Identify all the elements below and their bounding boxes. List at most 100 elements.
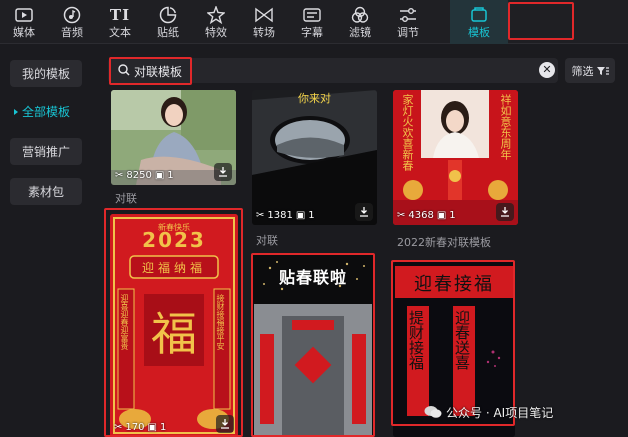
overlay-caption: 你来对 [298,92,331,105]
tab-sticker[interactable]: 贴纸 [144,0,192,44]
tab-template[interactable]: 模板 [450,0,508,44]
media-icon [15,6,33,24]
poster-banner: 迎福纳福 [141,261,206,275]
adjust-icon [399,6,417,24]
download-icon [221,419,229,429]
tab-text-label: 文本 [109,25,131,39]
template-icon [470,6,488,24]
transition-icon [255,6,273,24]
search-bar[interactable]: 对联模板 [108,58,558,83]
use-count: 4368 [408,210,434,221]
sidebar-item-label: 我的模板 [21,67,70,81]
use-count: 8250 [126,170,152,181]
scissors-icon: ✂ [115,170,124,181]
tab-filter[interactable]: 滤镜 [336,0,384,44]
sidebar-item-label: 素材包 [27,185,64,199]
filter-icon [351,6,369,24]
download-button[interactable] [496,203,514,221]
tab-text[interactable]: TI 文本 [96,0,144,44]
clip-count: 1 [167,170,174,181]
use-count: 1381 [267,210,293,221]
sidebar-item-all-templates[interactable]: 全部模板 [10,98,82,125]
template-card[interactable]: 新春快乐 2023 迎福纳福 福 迎喜迎春迎富贵 接财接福接平安 ✂ 170 ▣ 1 [110,214,238,437]
sidebar-item-label: 营销推广 [21,145,70,159]
clip-count: 1 [308,210,315,221]
clip-count: 1 [159,422,167,433]
category-sidebar: 我的模板 全部模板 营销推广 素材包 [0,45,96,437]
scissors-icon: ✂ [256,210,265,221]
clear-search-button[interactable]: ✕ [539,62,555,78]
tab-subtitle-label: 字幕 [301,25,323,39]
clip-icon: ▣ [295,210,306,221]
download-icon [501,207,509,217]
tab-template-label: 模板 [468,25,490,39]
poster-year: 2023 [142,228,206,252]
download-icon [360,207,368,217]
filter-button[interactable]: 筛选 [565,58,615,83]
watermark: 公众号 · AI项目笔记 [424,403,553,421]
effects-icon [207,5,225,24]
left-couplet: 家灯火欢喜新春 [401,94,414,171]
tab-adjust[interactable]: 调节 [384,0,432,44]
scissors-icon: ✂ [114,422,123,433]
download-button[interactable] [355,203,373,221]
watermark-text: 公众号 · AI项目笔记 [446,405,554,420]
template-card[interactable]: 贴春联啦 [252,254,374,437]
sidebar-item-asset-pack[interactable]: 素材包 [10,178,82,205]
card-caption: 对联 [115,192,137,205]
template-card[interactable]: 家灯火欢喜新春 祥如意东周年 ✂ 4368 ▣ 1 [393,90,518,225]
clip-icon: ▣ [436,210,447,221]
card-stats: ✂ 4368 ▣ 1 [397,210,456,221]
sidebar-item-my-templates[interactable]: 我的模板 [10,60,82,87]
tab-effects-label: 特效 [205,25,227,39]
clip-icon: ▣ [154,170,165,181]
tab-media[interactable]: 媒体 [0,0,48,44]
card-stats: ✂ 8250 ▣ 1 [115,170,174,181]
audio-icon [63,6,81,24]
top-toolbar: 媒体 音频 TI 文本 贴纸 特效 转场 字幕 滤镜 调节 模板 [0,0,628,44]
download-icon [219,167,227,177]
tab-media-label: 媒体 [13,25,35,39]
clip-icon: ▣ [147,422,157,433]
template-card[interactable]: ✂ 8250 ▣ 1 [111,90,236,185]
close-icon: ✕ [542,63,552,76]
left-couplet: 迎喜迎春迎富贵 [120,294,129,350]
tab-effects[interactable]: 特效 [192,0,240,44]
tab-transition[interactable]: 转场 [240,0,288,44]
sidebar-item-label: 全部模板 [22,105,71,119]
search-input[interactable]: 对联模板 [134,63,182,80]
sidebar-item-marketing[interactable]: 营销推广 [10,138,82,165]
scrollbar[interactable] [622,90,628,437]
template-card[interactable]: 你来对 ✂ 1381 ▣ 1 [252,90,377,225]
right-couplet: 迎春送喜 [453,310,471,370]
tab-audio-label: 音频 [61,25,83,39]
subtitle-icon [303,6,321,24]
right-couplet: 接财接福接平安 [216,294,225,350]
poster-headline: 贴春联啦 [278,268,347,287]
tab-sticker-label: 贴纸 [157,25,179,39]
card-caption: 2022新春对联模板 [397,236,491,249]
fu-character: 福 [151,307,197,361]
funnel-icon [596,66,609,75]
scissors-icon: ✂ [397,210,406,221]
use-count: 170 [125,422,145,433]
text-icon: TI [109,5,131,24]
tab-audio[interactable]: 音频 [48,0,96,44]
download-button[interactable] [214,163,232,181]
tab-filter-label: 滤镜 [349,25,371,39]
tab-adjust-label: 调节 [397,25,419,39]
card-caption: 对联 [256,234,278,247]
download-button[interactable] [216,415,234,433]
tab-transition-label: 转场 [253,25,275,39]
sticker-icon [159,6,177,24]
card-stats: ✂ 170 ▣ 1 [114,422,166,433]
wechat-icon [424,406,442,418]
filter-button-label: 筛选 [571,64,594,78]
left-couplet: 提财接福 [407,310,425,370]
tab-subtitle[interactable]: 字幕 [288,0,336,44]
right-couplet: 祥如意东周年 [499,94,512,160]
poster-headline: 迎春接福 [414,274,494,295]
search-icon [118,64,130,76]
card-stats: ✂ 1381 ▣ 1 [256,210,315,221]
clip-count: 1 [449,210,456,221]
